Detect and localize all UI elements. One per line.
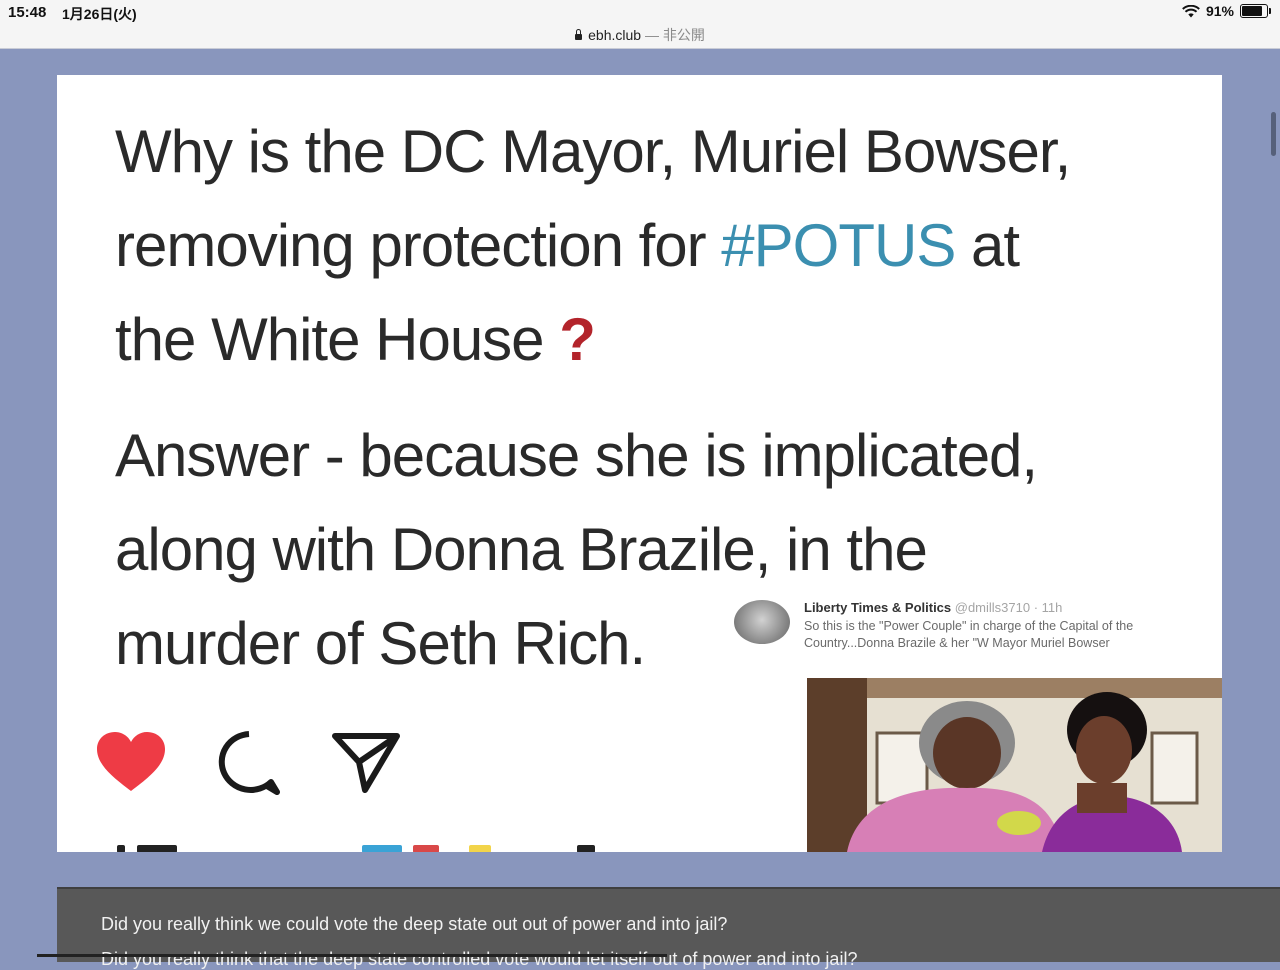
browser-top-bar: 15:48 1月26日(火) 91% ebh.club — 非公開 (0, 0, 1280, 49)
url-domain: ebh.club (588, 27, 642, 43)
meme-image: Why is the DC Mayor, Muriel Bowser, remo… (57, 75, 1222, 852)
text-underline (37, 954, 667, 957)
tweet-avatar (734, 600, 790, 644)
address-bar[interactable]: ebh.club — 非公開 (0, 25, 1280, 45)
comment-icon (218, 731, 280, 795)
embedded-tweet: Liberty Times & Politics @dmills3710 · 1… (729, 590, 1222, 852)
question-mark: ? (559, 306, 596, 373)
question-text: Why is the DC Mayor, Muriel Bowser, remo… (115, 118, 1071, 373)
cropped-likes-row (57, 843, 697, 852)
tweet-author: Liberty Times & Politics (804, 600, 952, 615)
heart-icon (97, 732, 165, 791)
comment-overlay: Did you really think we could vote the d… (57, 887, 1280, 969)
tweet-handle-time: @dmills3710 · 11h (951, 600, 1063, 615)
hashtag-potus: #POTUS (721, 212, 956, 279)
status-indicators: 91% (1182, 3, 1271, 19)
send-icon (332, 733, 400, 793)
post-actions (95, 730, 401, 796)
tweet-photo (807, 678, 1222, 852)
status-time: 15:48 (8, 4, 47, 21)
scrollbar-thumb[interactable] (1271, 112, 1276, 156)
comment-text-line-1: Did you really think we could vote the d… (101, 914, 728, 934)
wifi-icon (1182, 4, 1200, 17)
battery-percent: 91% (1205, 3, 1234, 19)
lock-icon (575, 29, 583, 40)
battery-level (1242, 6, 1262, 16)
tweet-header: Liberty Times & Politics @dmills3710 · 1… (804, 600, 1062, 615)
private-mode-label: — 非公開 (644, 27, 705, 43)
status-date: 1月26日(火) (62, 6, 137, 22)
battery-icon (1240, 4, 1271, 18)
tweet-text: So this is the "Power Couple" in charge … (804, 619, 1134, 650)
